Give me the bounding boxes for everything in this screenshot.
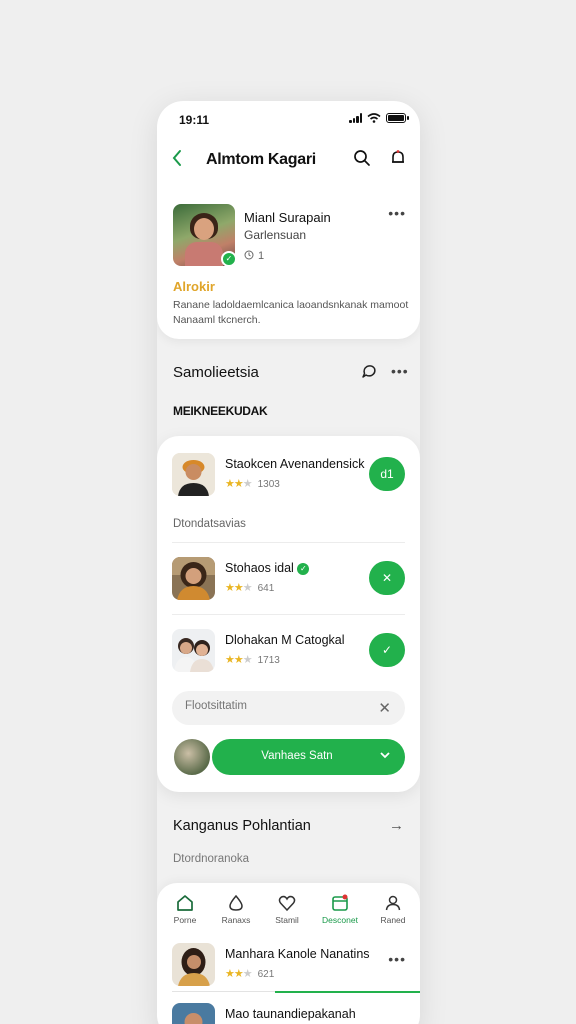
verified-check-icon: ✓ [297,563,310,575]
drop-icon [210,893,262,913]
row-name: Mao taunandiepakanah [225,1007,356,1021]
search-input[interactable] [185,700,365,712]
dismiss-button[interactable]: ✕ [369,561,405,595]
section-subtitle: MEIKNEEKUDAK [173,404,268,418]
tab-raned[interactable]: Raned [367,893,419,925]
tab-desconet[interactable]: Desconet [314,893,366,925]
cta-label: Vanhaes Satn [261,750,333,762]
rating-stars-icon: ★★★ [225,478,253,490]
tab-stamil[interactable]: Stamil [261,893,313,925]
back-arrow-icon[interactable] [171,149,183,171]
suggestions-card: Staokcen Avenandensick ★★★ 1303 d1 Dtonda… [157,436,420,792]
heart-icon [261,893,313,913]
follow-button[interactable]: d1 [369,457,405,491]
avatar [172,557,215,600]
row-rating: ★★★ 1713 [225,653,280,666]
close-icon[interactable]: ✕ [378,699,391,717]
divider [172,542,405,543]
primary-action-button[interactable]: Vanhaes Satn [212,739,405,775]
row-rating-value: 621 [257,969,275,980]
avatar [172,943,215,986]
status-time: 19:11 [179,113,210,127]
profile-description: Ranane ladoldaemlcanica laoandsnkanak ma… [173,299,409,326]
tab-label: Desconet [322,915,358,925]
rating-stars-icon: ★★★ [225,654,253,666]
row-name: Dlohakan M Catogkal [225,633,345,647]
section3-title: Kanganus Pohlantian [173,818,311,834]
signal-icon [349,113,362,123]
rating-stars-icon: ★★★ [225,582,253,594]
profile-count: 1 [244,250,264,262]
chevron-down-icon [379,749,391,763]
tab-label: Porne [173,915,197,925]
calendar-icon [314,893,366,913]
tab-label: Stamil [275,915,299,925]
search-field[interactable]: ✕ [172,691,405,725]
status-icons [349,113,409,123]
section-more-icon[interactable]: ••• [391,363,409,379]
row-rating-value: 1303 [257,479,280,490]
section-title: Samolieetsia [173,364,259,381]
avatar [172,453,215,496]
home-icon [159,893,211,913]
list-item[interactable]: Stohaos idal ✓ ★★★ 641 ✕ [157,553,420,605]
tab-label: Raned [380,915,406,925]
profile-panel: 19:11 Almtom Kagari ✓ Mianl Surapain Gar… [157,101,420,339]
row-name: Stohaos idal ✓ [225,561,310,575]
user-icon [367,893,419,913]
list-item[interactable]: Dlohakan M Catogkal ★★★ 1713 ✓ [157,625,420,677]
row-name: Staokcen Avenandensick [225,457,365,471]
profile-tag: Alrokir [173,279,215,294]
phone-frame: 19:11 Almtom Kagari ✓ Mianl Surapain Gar… [157,101,420,1024]
avatar [172,629,215,672]
rating-stars-icon: ★★★ [225,968,253,980]
avatar [172,737,212,777]
row-rating: ★★★ 621 [225,967,274,980]
profile-subtitle: Garlensuan [244,228,307,242]
row-rating-value: 641 [257,583,275,594]
row-name: Manhara Kanole Nanatins [225,947,370,961]
tab-ranaxs[interactable]: Ranaxs [210,893,262,925]
profile-name: Mianl Surapain [244,210,331,225]
search-icon[interactable] [353,149,371,172]
avatar [172,1003,215,1024]
profile-count-value: 1 [258,250,265,262]
divider [172,614,405,615]
list-item[interactable]: Mao taunandiepakanah [157,999,420,1024]
battery-icon [386,113,409,123]
arrow-right-icon[interactable]: → [389,817,404,834]
app-header: Almtom Kagari [157,145,420,173]
tab-label: Ranaxs [221,915,251,925]
list-area: Manhara Kanole Nanatins ★★★ 621 ••• Mao t… [157,933,420,1024]
bell-icon[interactable] [389,149,407,172]
rows-sublabel: Dtondatsavias [173,518,246,530]
list-item[interactable]: Manhara Kanole Nanatins ★★★ 621 ••• [157,939,420,991]
progress-indicator [275,991,420,993]
accept-button[interactable]: ✓ [369,633,405,667]
row-rating: ★★★ 641 [225,581,274,594]
tab-home[interactable]: Porne [159,893,211,925]
wifi-icon [367,113,381,123]
row-rating-value: 1713 [257,655,280,666]
clock-icon [244,250,254,260]
section3-subtitle: Dtordnoranoka [173,853,250,865]
list-item[interactable]: Staokcen Avenandensick ★★★ 1303 d1 [157,449,420,501]
page-title: Almtom Kagari [206,151,316,168]
row-rating: ★★★ 1303 [225,477,280,490]
more-options-icon[interactable]: ••• [388,951,406,967]
more-options-icon[interactable]: ••• [388,205,406,221]
divider [172,991,275,992]
comment-icon[interactable] [360,363,378,386]
verified-badge-icon: ✓ [221,251,237,267]
